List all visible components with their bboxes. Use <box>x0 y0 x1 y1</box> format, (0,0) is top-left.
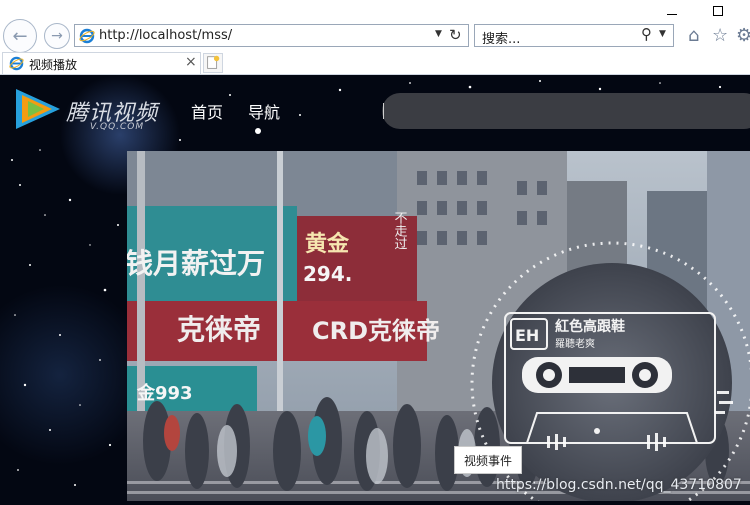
url-text: http://localhost/mss/ <box>99 28 233 43</box>
browser-search-box[interactable]: 搜索... ⚲ ▼ <box>474 24 674 47</box>
new-tab-icon <box>207 55 220 69</box>
tab-close-icon[interactable]: × <box>185 54 197 70</box>
sign-salary-text: 钱月薪过万 <box>127 247 265 280</box>
csdn-watermark: https://blog.csdn.net/qq_43710807 <box>496 477 742 493</box>
search-caret <box>383 103 384 119</box>
settings-gear-icon[interactable]: ⚙ <box>736 25 750 46</box>
search-dropdown-icon[interactable]: ▼ <box>659 29 666 39</box>
home-icon[interactable]: ⌂ <box>688 25 699 46</box>
sign-price-text: 金993 <box>136 382 193 404</box>
cassette-artist-text: 羅聽老爽 <box>555 337 595 350</box>
address-bar[interactable]: http://localhost/mss/ ▼ ↻ <box>74 24 469 47</box>
ie-tab-icon <box>9 56 24 71</box>
tab-video-play[interactable]: 视频播放 × <box>2 52 201 75</box>
refresh-icon[interactable]: ↻ <box>449 26 462 44</box>
site-search-bar[interactable] <box>382 93 750 129</box>
nav-guide-link[interactable]: 导航 <box>248 99 280 123</box>
sign-crd-brand-text: CRD克徕帝 <box>312 317 440 345</box>
sign-gold-text: 黄金 <box>305 231 350 257</box>
forward-button[interactable]: → <box>44 23 70 49</box>
maximize-button[interactable] <box>708 4 728 20</box>
nav-home-link[interactable]: 首页 <box>191 99 223 123</box>
sign-gold-value-text: 294. <box>303 262 352 286</box>
tab-title: 视频播放 <box>29 58 78 72</box>
minimize-button[interactable] <box>662 4 682 20</box>
ie-logo-icon <box>79 28 95 44</box>
video-events-button[interactable]: 视频事件 <box>454 446 522 474</box>
address-dropdown-icon[interactable]: ▼ <box>435 29 442 39</box>
forward-arrow-icon: → <box>51 28 63 44</box>
back-button[interactable]: ← <box>3 19 37 53</box>
new-tab-button[interactable] <box>203 53 223 73</box>
cassette-title-text: 紅色高跟鞋 <box>555 318 625 335</box>
video-player[interactable]: 钱月薪过万 克徕帝 CRD克徕帝 黄金 294. 金993 不走过 EH 紅色高… <box>127 151 750 501</box>
sign-vertical-text: 不走过 <box>392 211 408 250</box>
tencent-video-logo-icon <box>16 89 60 129</box>
favorites-star-icon[interactable]: ☆ <box>712 25 728 46</box>
back-arrow-icon: ← <box>12 25 28 47</box>
search-placeholder: 搜索... <box>482 32 521 47</box>
cassette-brand-text: EH <box>515 326 539 345</box>
page-content: 腾讯视频 V.QQ.COM 首页 导航 钱月薪过万 克徕帝 CRD克徕帝 黄金 … <box>0 75 750 505</box>
sign-crd-text: 克徕帝 <box>177 313 261 346</box>
logo-subtitle: V.QQ.COM <box>90 122 145 132</box>
video-frame: 钱月薪过万 克徕帝 CRD克徕帝 黄金 294. 金993 不走过 EH 紅色高… <box>127 151 750 501</box>
search-icon[interactable]: ⚲ <box>641 25 652 43</box>
